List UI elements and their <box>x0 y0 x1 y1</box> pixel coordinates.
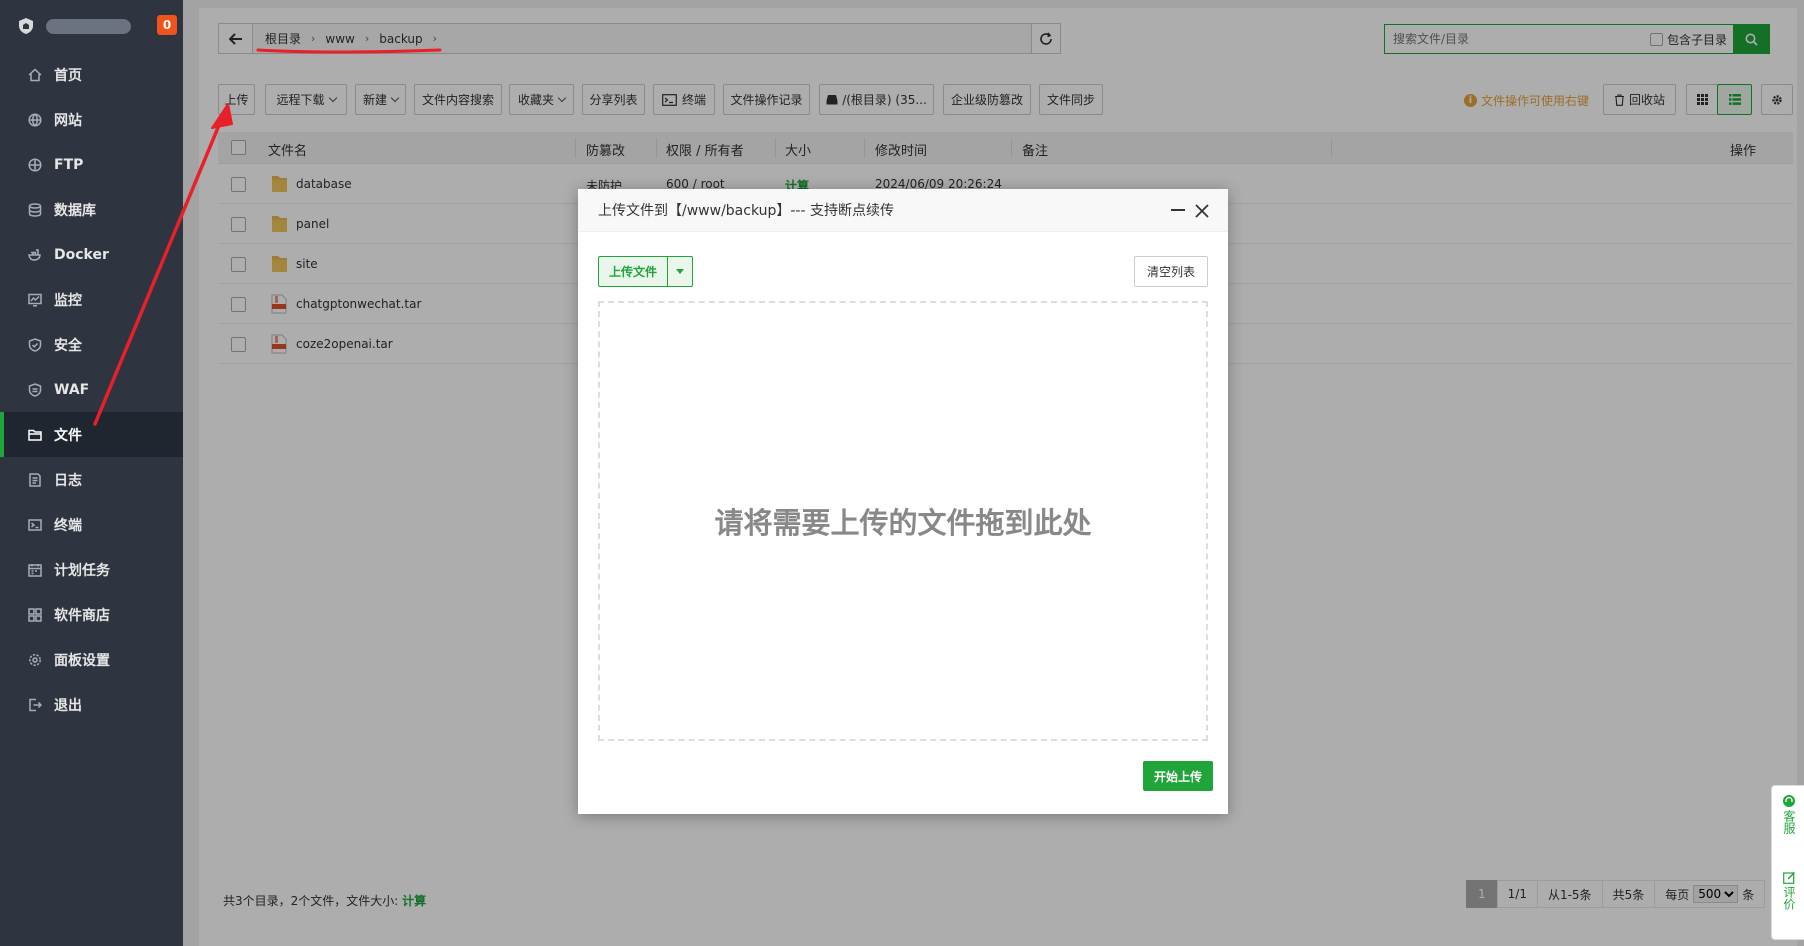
sidebar-item-label: 安全 <box>54 337 82 354</box>
clear-list-button[interactable]: 清空列表 <box>1133 256 1208 287</box>
sidebar-item-label: 网站 <box>54 112 82 129</box>
upload-file-button-group: 上传文件 <box>598 256 694 287</box>
sidebar-item-label: 数据库 <box>54 202 96 219</box>
sidebar-item-9[interactable]: 日志 <box>0 457 183 502</box>
drop-hint: 请将需要上传的文件拖到此处 <box>714 506 1092 540</box>
calendar-icon <box>28 563 42 577</box>
database-icon <box>28 202 42 217</box>
home-icon <box>28 67 42 81</box>
start-upload-button[interactable]: 开始上传 <box>1142 761 1213 791</box>
sidebar-item-label: 计划任务 <box>54 562 110 579</box>
ftp-icon <box>28 157 42 172</box>
sidebar-item-12[interactable]: 软件商店 <box>0 592 183 637</box>
sidebar-item-label: 面板设置 <box>54 652 110 669</box>
sidebar-item-2[interactable]: FTP <box>0 142 183 187</box>
sidebar-item-8[interactable]: 文件 <box>0 412 183 457</box>
sidebar-item-label: 终端 <box>54 517 82 534</box>
server-name-masked <box>46 18 131 34</box>
caret-down-icon <box>676 269 685 274</box>
grid-icon <box>28 607 42 622</box>
sidebar-item-13[interactable]: 面板设置 <box>0 637 183 682</box>
waf-icon <box>28 382 42 397</box>
sidebar-item-label: FTP <box>54 156 84 173</box>
sidebar-item-0[interactable]: 首页 <box>0 52 183 97</box>
minimize-icon[interactable] <box>1171 209 1185 211</box>
sidebar-item-10[interactable]: 终端 <box>0 502 183 547</box>
floating-help: 客服 评价 <box>1771 785 1804 940</box>
sidebar-item-4[interactable]: Docker <box>0 232 183 277</box>
terminal-icon <box>28 518 42 531</box>
sidebar-item-label: WAF <box>54 381 90 398</box>
sidebar-item-label: 文件 <box>54 427 82 444</box>
upload-dialog: 上传文件到【/www/backup】--- 支持断点续传 上传文件 清空列表 请… <box>578 189 1228 814</box>
globe-icon <box>28 112 42 127</box>
log-icon <box>29 472 41 487</box>
sidebar-header: 0 <box>0 0 183 52</box>
sidebar-item-label: Docker <box>54 246 109 263</box>
sidebar-item-6[interactable]: 安全 <box>0 322 183 367</box>
logout-icon <box>29 698 42 711</box>
sidebar-item-label: 监控 <box>54 292 82 309</box>
review-button[interactable]: 评价 <box>1781 871 1797 910</box>
docker-icon <box>28 248 41 261</box>
dialog-header: 上传文件到【/www/backup】--- 支持断点续传 <box>578 189 1228 232</box>
service-label: 客服 <box>1782 810 1796 834</box>
review-label: 评价 <box>1782 886 1796 910</box>
sidebar-item-14[interactable]: 退出 <box>0 682 183 727</box>
folder-icon <box>28 429 42 441</box>
customer-service-button[interactable]: 客服 <box>1781 794 1797 834</box>
headset-icon <box>1783 795 1795 807</box>
logo-icon <box>19 18 33 34</box>
sidebar-item-1[interactable]: 网站 <box>0 97 183 142</box>
gear-icon <box>29 653 41 666</box>
sidebar-item-7[interactable]: WAF <box>0 367 183 412</box>
shield-icon <box>28 337 42 352</box>
sidebar-item-3[interactable]: 数据库 <box>0 187 183 232</box>
dialog-title: 上传文件到【/www/backup】--- 支持断点续传 <box>598 203 894 219</box>
notification-badge[interactable]: 0 <box>157 15 177 35</box>
upload-file-button[interactable]: 上传文件 <box>599 257 669 286</box>
edit-icon <box>1782 872 1795 884</box>
drop-zone[interactable]: 请将需要上传的文件拖到此处 <box>598 301 1208 741</box>
close-icon[interactable] <box>1194 203 1210 219</box>
sidebar-item-label: 首页 <box>54 67 82 84</box>
sidebar-item-label: 日志 <box>54 472 82 489</box>
monitor-icon <box>28 293 42 307</box>
upload-type-dropdown[interactable] <box>668 257 692 286</box>
sidebar-item-5[interactable]: 监控 <box>0 277 183 322</box>
sidebar-item-11[interactable]: 计划任务 <box>0 547 183 592</box>
sidebar: 0 首页网站 FTP 数据库 Docker 监控安全 WAF 文件日志终端计划任务软件商店面… <box>0 0 183 946</box>
sidebar-item-label: 软件商店 <box>54 607 110 624</box>
sidebar-item-label: 退出 <box>54 697 82 714</box>
